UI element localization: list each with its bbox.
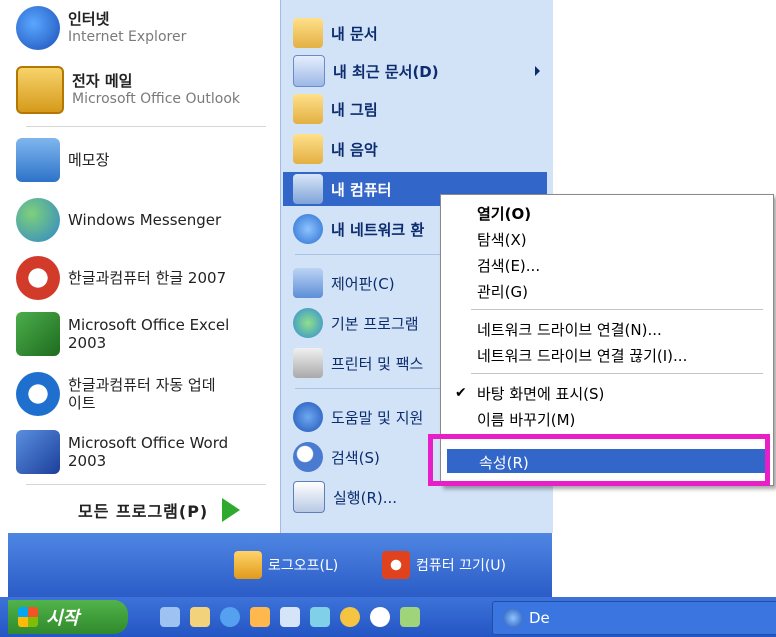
quicklaunch-icon-7[interactable] [340, 607, 360, 627]
pinned-separator [26, 126, 266, 127]
menu-search[interactable]: 검색(E)... [477, 255, 540, 276]
green-arrow-icon [222, 498, 241, 522]
excel-icon [16, 312, 60, 356]
network-places-icon [293, 214, 323, 244]
power-icon [382, 551, 410, 579]
outlook-icon [16, 66, 64, 114]
recent-item-messenger[interactable]: Windows Messenger [16, 198, 282, 242]
quicklaunch-ie-icon[interactable] [220, 607, 240, 627]
quicklaunch-icon-1[interactable] [160, 607, 180, 627]
logoff-button[interactable]: 로그오프(L) [234, 551, 338, 579]
recent-title: 메모장 [68, 151, 110, 169]
messenger-icon [16, 198, 60, 242]
recent-subtitle: 2003 [68, 452, 107, 470]
all-programs-separator [26, 484, 266, 485]
menu-open[interactable]: 열기(O) [477, 203, 531, 224]
pictures-folder-icon [293, 94, 323, 124]
quicklaunch-icon-2[interactable] [190, 607, 210, 627]
default-programs-icon [293, 308, 323, 338]
places-label: 제어판(C) [331, 274, 395, 293]
notepad-icon [16, 138, 60, 182]
recent-documents-icon [293, 55, 325, 87]
recent-title: Microsoft Office Word [68, 434, 229, 452]
run-icon [293, 481, 325, 513]
places-my-music[interactable]: 내 음악 [293, 132, 548, 166]
menu-rename[interactable]: 이름 바꾸기(M) [477, 409, 575, 430]
all-programs-button[interactable]: 모든 프로그램(P) [78, 498, 241, 522]
places-my-pictures[interactable]: 내 그림 [293, 92, 548, 126]
recent-subtitle: 2003 [68, 334, 107, 352]
pinned-title: 전자 메일 [72, 72, 133, 90]
recent-item-excel[interactable]: Microsoft Office Excel 2003 [16, 312, 282, 356]
places-recent-documents[interactable]: 내 최근 문서(D) [293, 54, 548, 88]
recent-item-updater[interactable]: 한글과컴퓨터 자동 업데 이트 [16, 372, 282, 416]
recent-item-word[interactable]: Microsoft Office Word 2003 [16, 430, 282, 474]
start-button[interactable]: 시작 [8, 600, 128, 634]
recent-title: Windows Messenger [68, 211, 222, 229]
menu-separator [471, 373, 763, 374]
updater-icon [16, 372, 60, 416]
menu-manage[interactable]: 관리(G) [477, 281, 528, 302]
shutdown-button[interactable]: 컴퓨터 끄기(U) [382, 551, 506, 579]
places-label: 내 최근 문서(D) [333, 62, 439, 81]
help-icon [293, 402, 323, 432]
taskbar-window-label: De [529, 609, 550, 627]
start-label: 시작 [46, 608, 80, 629]
quicklaunch-icon-5[interactable] [280, 607, 300, 627]
quicklaunch-icon-6[interactable] [310, 607, 330, 627]
places-label: 내 문서 [331, 24, 378, 43]
pinned-internet-explorer[interactable]: 인터넷 Internet Explorer [16, 6, 282, 50]
shutdown-label: 컴퓨터 끄기(U) [416, 558, 507, 574]
start-menu-left-panel: 인터넷 Internet Explorer 전자 메일 Microsoft Of… [8, 0, 280, 533]
submenu-arrow-icon [535, 66, 540, 76]
hangul-icon [16, 256, 60, 300]
recent-title: 한글과컴퓨터 자동 업데 [68, 376, 216, 394]
internet-explorer-icon [16, 6, 60, 50]
taskbar-window-button[interactable]: De [492, 601, 776, 635]
documents-folder-icon [293, 18, 323, 48]
all-programs-label: 모든 프로그램(P) [78, 502, 209, 521]
places-label: 내 컴퓨터 [331, 180, 392, 199]
printer-icon [293, 348, 323, 378]
logoff-key-icon [234, 551, 262, 579]
music-folder-icon [293, 134, 323, 164]
menu-separator [471, 309, 763, 310]
my-computer-icon [293, 174, 323, 204]
pinned-subtitle: Internet Explorer [68, 29, 187, 45]
places-label: 실행(R)... [333, 488, 398, 507]
places-label: 검색(S) [331, 448, 380, 467]
recent-item-notepad[interactable]: 메모장 [16, 138, 282, 182]
recent-title: 한글과컴퓨터 한글 2007 [68, 269, 227, 287]
places-label: 도움말 및 지원 [331, 408, 424, 427]
places-label: 내 네트워크 환 [331, 220, 425, 239]
menu-map-network-drive[interactable]: 네트워크 드라이브 연결(N)... [477, 319, 662, 340]
places-label: 프린터 및 팩스 [331, 354, 424, 373]
control-panel-icon [293, 268, 323, 298]
places-label: 기본 프로그램 [331, 314, 419, 333]
places-label: 내 그림 [331, 100, 378, 119]
windows-flag-icon [18, 607, 38, 627]
search-icon [293, 442, 323, 472]
checkmark-icon: ✔ [455, 385, 467, 401]
menu-show-on-desktop[interactable]: 바탕 화면에 표시(S) [477, 383, 604, 404]
annotation-highlight-box [428, 434, 770, 486]
quicklaunch-icon-8[interactable] [370, 607, 390, 627]
recent-item-hangul[interactable]: 한글과컴퓨터 한글 2007 [16, 256, 282, 300]
pinned-title: 인터넷 [68, 10, 110, 28]
pinned-subtitle: Microsoft Office Outlook [72, 91, 240, 107]
menu-explore[interactable]: 탐색(X) [477, 229, 527, 250]
pinned-email-outlook[interactable]: 전자 메일 Microsoft Office Outlook [16, 66, 282, 114]
word-icon [16, 430, 60, 474]
recent-title: Microsoft Office Excel [68, 316, 230, 334]
menu-disconnect-network-drive[interactable]: 네트워크 드라이브 연결 끊기(I)... [477, 345, 687, 366]
internet-explorer-icon [503, 608, 523, 628]
logoff-label: 로그오프(L) [268, 558, 339, 574]
recent-subtitle: 이트 [68, 394, 96, 412]
start-menu-footer: 로그오프(L) 컴퓨터 끄기(U) [8, 533, 552, 597]
taskbar: 시작 De [0, 597, 776, 637]
places-label: 내 음악 [331, 140, 378, 159]
places-my-documents[interactable]: 내 문서 [293, 16, 548, 50]
quicklaunch-icon-9[interactable] [400, 607, 420, 627]
quicklaunch-icon-4[interactable] [250, 607, 270, 627]
